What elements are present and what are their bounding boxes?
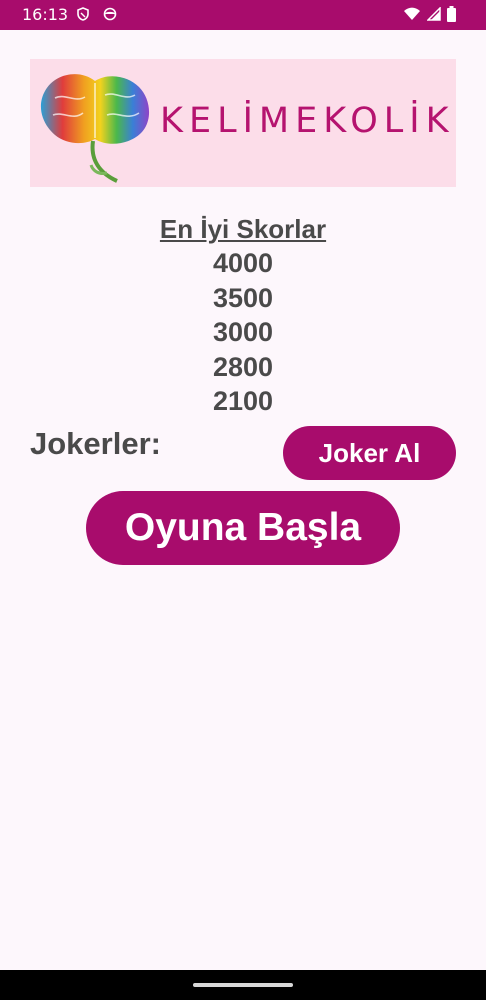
wifi-icon <box>404 7 420 20</box>
high-scores: En İyi Skorlar 4000 3500 3000 2800 2100 <box>0 212 486 419</box>
shield-icon <box>77 7 89 21</box>
start-game-button[interactable]: Oyuna Başla <box>86 491 400 565</box>
jokers-label: Jokerler: <box>30 426 161 461</box>
battery-icon <box>447 6 456 22</box>
status-right-icons <box>403 6 456 22</box>
logo-banner: KELİMEKOLİK <box>30 59 456 187</box>
get-joker-button[interactable]: Joker Al <box>283 426 456 480</box>
status-bar: 16:13 <box>0 0 486 30</box>
navigation-bar <box>0 970 486 1000</box>
rainbow-brain-icon <box>40 74 150 183</box>
score-item: 3000 <box>212 317 274 347</box>
score-item: 2100 <box>212 386 274 416</box>
logo-text: KELİMEKOLİK <box>160 101 455 141</box>
score-item: 3500 <box>212 282 274 313</box>
scores-title: En İyi Skorlar <box>159 214 327 244</box>
face-icon <box>103 7 117 21</box>
home-gesture-handle[interactable] <box>193 983 293 987</box>
status-time: 16:13 <box>22 5 69 24</box>
signal-icon <box>427 7 441 21</box>
score-item: 2800 <box>212 351 274 382</box>
score-item: 4000 <box>212 248 274 278</box>
